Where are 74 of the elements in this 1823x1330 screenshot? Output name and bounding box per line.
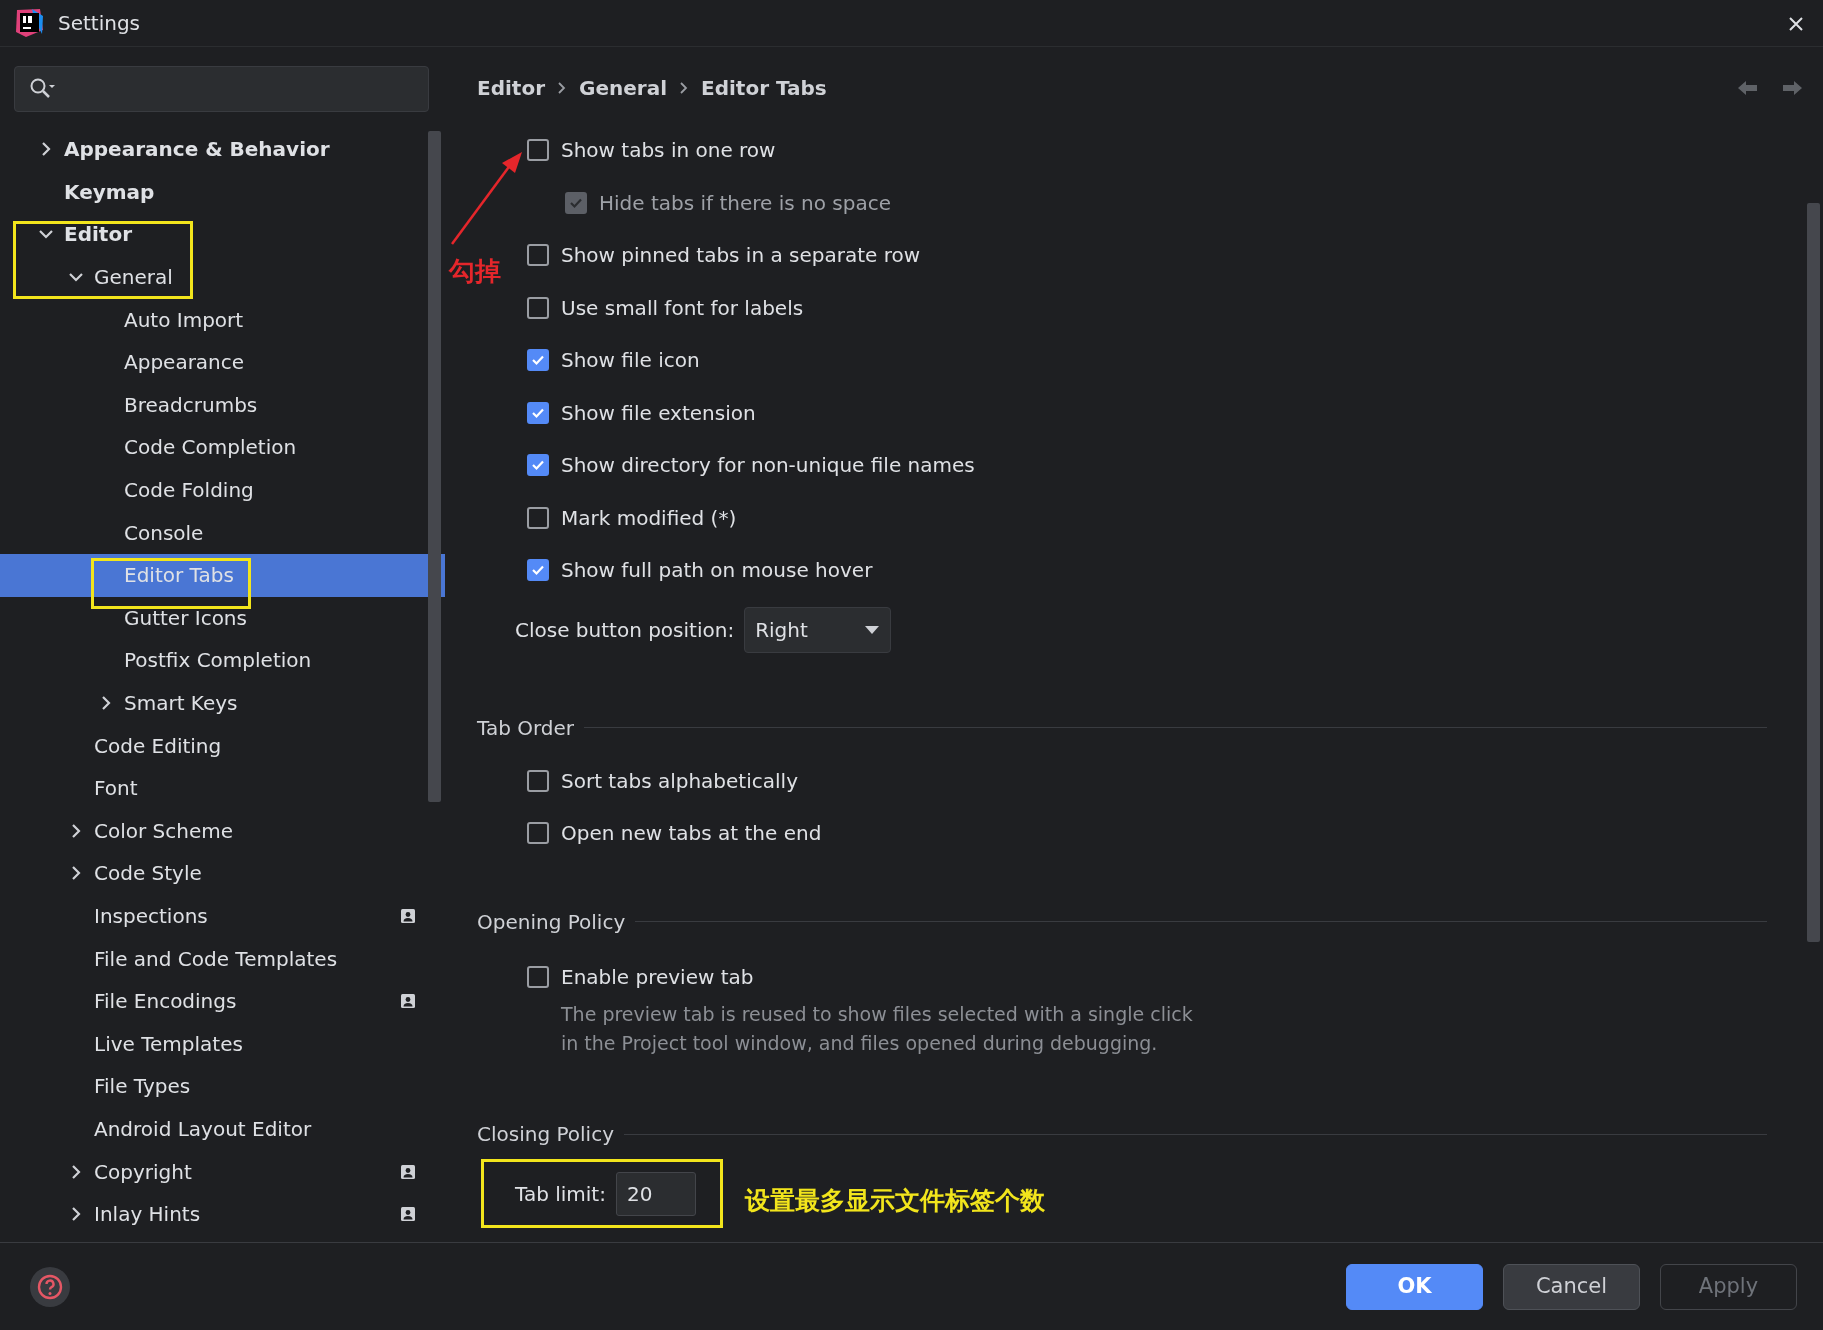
tree-item[interactable]: Font <box>0 766 445 810</box>
tree-item[interactable]: Code Completion <box>0 426 445 469</box>
search-field[interactable] <box>14 66 429 112</box>
tree-item[interactable]: Appearance <box>0 340 445 384</box>
tree-item[interactable]: Postfix Completion <box>0 639 445 682</box>
tree-item[interactable]: Editor <box>0 213 445 256</box>
tree-item[interactable]: General <box>0 255 445 299</box>
tree-item[interactable]: Breadcrumbs <box>0 383 445 427</box>
forward-arrow-icon[interactable] <box>1781 79 1803 97</box>
breadcrumb-separator-icon <box>679 81 689 95</box>
checkbox[interactable] <box>527 769 549 792</box>
checkbox-label: Show pinned tabs in a separate row <box>561 242 921 270</box>
annotation-text: 勾掉 <box>449 255 501 288</box>
help-text: The preview tab is reused to show files selected with a single click in the Project tool window, and files opened during debugging. <box>561 1002 1194 1056</box>
checkbox-label: Mark modified (*) <box>561 504 737 532</box>
tree-item[interactable]: Color Scheme <box>0 809 445 853</box>
checkbox-label: Hide tabs if there is no space <box>599 189 892 217</box>
breadcrumb-item[interactable]: Editor Tabs <box>701 73 827 103</box>
caret-icon <box>864 624 881 635</box>
tree-item[interactable]: Console <box>0 511 445 554</box>
tree-item[interactable]: Inspections <box>0 894 445 938</box>
tree-item[interactable]: Gutter Icons <box>0 596 445 640</box>
checkbox[interactable] <box>527 506 549 529</box>
tree-item[interactable]: Android Layout Editor <box>0 1107 445 1151</box>
dropdown-label: Close button position: <box>515 616 735 644</box>
field-label: Tab limit: <box>515 1181 606 1208</box>
section-title: Closing Policy <box>477 1121 614 1148</box>
tree-item[interactable]: File Types <box>0 1065 445 1108</box>
tree-item[interactable]: Code Folding <box>0 468 445 512</box>
checkbox-label: Show file extension <box>561 399 756 427</box>
tab-limit-field[interactable]: 20 <box>615 1172 696 1216</box>
checkbox[interactable] <box>527 401 549 424</box>
checkbox[interactable] <box>527 296 549 319</box>
checkbox-label: Show file icon <box>561 347 700 375</box>
tree-item[interactable]: Copyright <box>0 1150 445 1193</box>
window-title: Settings <box>58 10 141 37</box>
checkbox[interactable] <box>527 559 549 582</box>
tree-item[interactable]: Code Editing <box>0 724 445 767</box>
dropdown[interactable]: Right <box>744 606 892 653</box>
tree-item[interactable]: File Encodings <box>0 979 445 1023</box>
checkbox[interactable] <box>527 139 549 162</box>
close-icon[interactable] <box>1787 14 1805 33</box>
app-logo-icon <box>14 8 44 38</box>
breadcrumb-item[interactable]: Editor <box>477 73 545 103</box>
tree-item[interactable]: Live Templates <box>0 1022 445 1066</box>
checkbox-label: Use small font for labels <box>561 294 804 322</box>
dialog-button[interactable]: Cancel <box>1503 1263 1640 1310</box>
checkbox-label: Show full path on mouse hover <box>561 557 873 585</box>
help-button[interactable] <box>30 1266 70 1307</box>
checkbox[interactable] <box>527 965 549 988</box>
tree-item[interactable]: Auto Import <box>0 298 445 341</box>
tree-item[interactable]: Smart Keys <box>0 681 445 725</box>
checkbox-label: Enable preview tab <box>561 963 754 991</box>
checkbox-label: Open new tabs at the end <box>561 820 822 848</box>
tree-item[interactable]: Keymap <box>0 170 445 214</box>
checkbox-label: Sort tabs alphabetically <box>561 767 798 795</box>
annotation-text: 设置最多显示文件标签个数 <box>745 1185 1045 1217</box>
section-title: Opening Policy <box>477 908 626 936</box>
checkbox[interactable] <box>527 822 549 845</box>
tree-item[interactable]: Code Style <box>0 852 445 895</box>
section-title: Tab Order <box>477 714 575 742</box>
checkbox[interactable] <box>527 244 549 267</box>
checkbox[interactable] <box>527 454 549 477</box>
checkbox[interactable] <box>527 349 549 372</box>
checkbox-label: Show directory for non-unique file names <box>561 452 975 480</box>
tree-item[interactable]: Inlay Hints <box>0 1192 445 1236</box>
scrollbar-thumb[interactable] <box>1807 203 1820 942</box>
tree-item[interactable]: Appearance & Behavior <box>0 128 445 171</box>
breadcrumb-item[interactable]: General <box>579 73 667 103</box>
scrollbar-thumb[interactable] <box>428 131 441 802</box>
breadcrumb-separator-icon <box>557 81 567 95</box>
back-arrow-icon[interactable] <box>1737 79 1759 97</box>
tree-item[interactable]: File and Code Templates <box>0 937 445 980</box>
checkbox-label: Show tabs in one row <box>561 137 776 165</box>
